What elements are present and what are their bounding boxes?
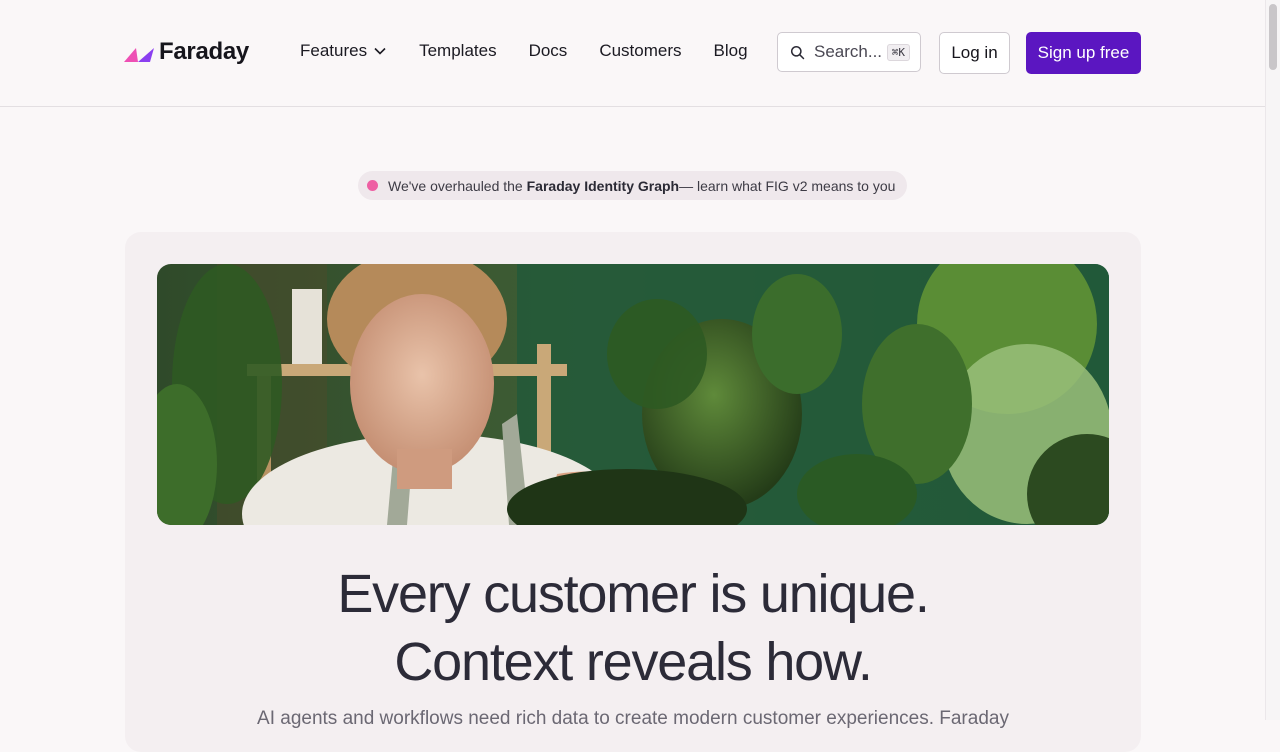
scrollbar-thumb[interactable] <box>1269 4 1277 70</box>
announcement-banner[interactable]: We've overhauled the Faraday Identity Gr… <box>358 171 907 200</box>
hero-image <box>157 264 1109 525</box>
headline-line-1: Every customer is unique. <box>337 564 929 624</box>
nav-item-features[interactable]: Features <box>300 41 387 61</box>
chevron-down-icon <box>374 47 386 55</box>
nav-item-docs[interactable]: Docs <box>529 41 568 61</box>
hero-headline: Every customer is unique. Context reveal… <box>157 560 1109 696</box>
signup-button[interactable]: Sign up free <box>1026 32 1141 74</box>
main-nav: Features Templates Docs Customers Blog <box>300 41 748 61</box>
search-button[interactable]: Search... ⌘K <box>777 32 921 72</box>
nav-item-label: Features <box>300 41 368 60</box>
nav-item-customers[interactable]: Customers <box>599 41 681 61</box>
headline-line-2: Context reveals how. <box>394 632 872 692</box>
nav-item-templates[interactable]: Templates <box>419 41 496 61</box>
brand-name: Faraday <box>159 38 249 65</box>
nav-item-label: Templates <box>419 41 497 60</box>
nav-item-label: Blog <box>713 41 748 60</box>
hero-photo <box>157 264 1109 525</box>
nav-item-blog[interactable]: Blog <box>714 41 748 61</box>
announcement-highlight: Faraday Identity Graph <box>526 177 680 194</box>
site-header: Faraday Features Templates Docs Customer… <box>0 0 1265 107</box>
nav-item-label: Docs <box>528 41 568 60</box>
search-placeholder: Search... <box>814 42 883 61</box>
brand-logo[interactable]: Faraday <box>124 38 249 66</box>
search-icon <box>790 45 805 59</box>
login-button[interactable]: Log in <box>939 32 1010 74</box>
nav-item-label: Customers <box>599 41 682 60</box>
announcement-dot <box>367 180 378 191</box>
announcement-prefix: We've overhauled the <box>388 177 523 194</box>
faraday-logo-icon <box>124 48 154 62</box>
hero-subtext: AI agents and workflows need rich data t… <box>257 708 1009 729</box>
page-scrollbar[interactable] <box>1265 0 1280 720</box>
keyboard-shortcut-badge: ⌘K <box>886 43 910 61</box>
announcement-suffix: — learn what FIG v2 means to you <box>679 177 896 194</box>
